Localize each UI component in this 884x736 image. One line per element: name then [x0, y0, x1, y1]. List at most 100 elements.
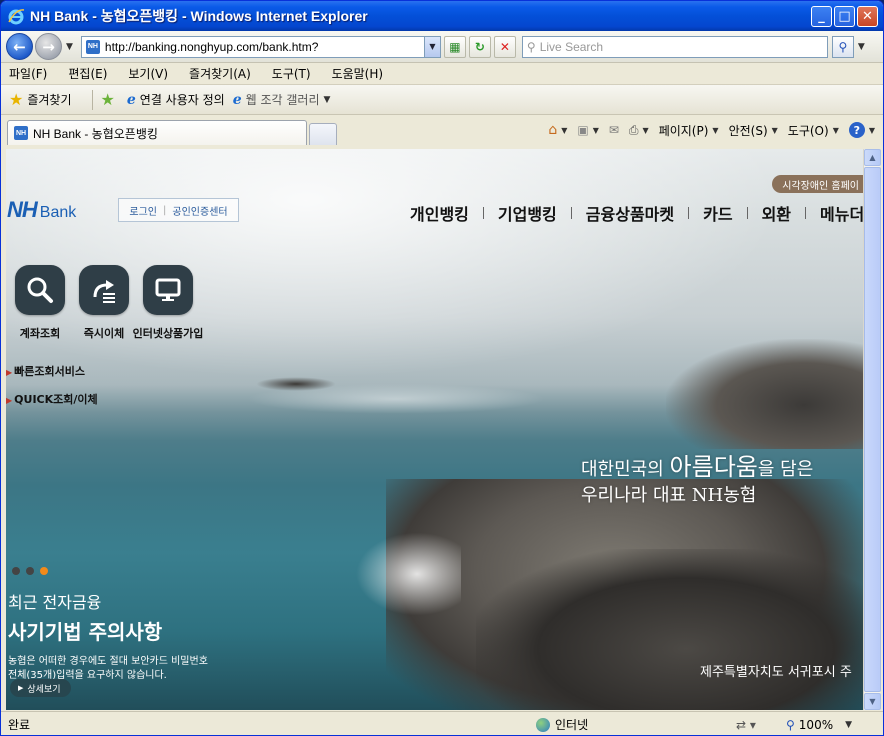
command-bar: ⌂ ▼ ▣ ▼ ✉ ⎙ ▼ 페이지(P) ▼ 안전(S) ▼ 도구(O) ▼ ? ▼: [538, 117, 875, 143]
search-input[interactable]: ⚲ Live Search: [521, 35, 828, 58]
notice-title-line2: 사기기법 주의사항: [8, 620, 163, 644]
divider: [482, 207, 484, 219]
close-button[interactable]: ✕: [857, 5, 878, 27]
tools-menu-label: 도구(O): [787, 123, 829, 138]
back-button[interactable]: ←: [6, 33, 33, 60]
globe-icon: [536, 717, 550, 732]
nav-personal-banking[interactable]: 개인뱅킹: [410, 201, 469, 225]
maximize-button[interactable]: □: [834, 5, 855, 27]
slogan-part1: 대한민국의: [581, 459, 670, 480]
vertical-scrollbar[interactable]: ▲ ▼: [863, 149, 881, 710]
chevron-down-icon: ▼: [712, 125, 719, 135]
menu-tools[interactable]: 도구(T): [270, 65, 313, 82]
chevron-down-icon: ▼: [561, 125, 568, 135]
divider: [805, 207, 807, 219]
site-favicon-icon: NH: [85, 39, 100, 54]
refresh-button[interactable]: ↻: [468, 35, 491, 58]
menu-view[interactable]: 보기(V): [126, 65, 170, 82]
scroll-thumb[interactable]: [864, 167, 881, 692]
url-field[interactable]: NH http://banking.nonghyup.com/bank.htm?…: [80, 35, 441, 58]
help-button[interactable]: ? ▼: [848, 122, 875, 138]
forward-button[interactable]: →: [35, 33, 62, 60]
ie-logo-icon: [8, 9, 25, 25]
accessibility-link[interactable]: 시각장애인 홈페이: [772, 175, 863, 193]
url-dropdown-icon[interactable]: ▼: [423, 36, 440, 57]
tools-menu[interactable]: 도구(O) ▼: [788, 122, 839, 139]
basalt-columns-shadow: [476, 549, 863, 710]
chevron-down-icon: ▼: [771, 125, 778, 135]
security-zone[interactable]: 인터넷: [536, 716, 736, 733]
photo-caption: 제주특별자치도 서귀포시 주: [700, 665, 852, 680]
menu-help[interactable]: 도움말(H): [330, 65, 386, 82]
new-tab-button[interactable]: [309, 123, 337, 145]
quick-menu: 계좌조회 즉시이체 인터넷상품가입: [8, 265, 203, 341]
scroll-down-button[interactable]: ▼: [864, 693, 881, 710]
url-text[interactable]: http://banking.nonghyup.com/bank.htm?: [105, 40, 424, 54]
protected-mode-icon[interactable]: ⇄ ▾: [736, 718, 786, 732]
fraud-notice: 최근 전자금융 사기기법 주의사항 농협은 어떠한 경우에도 절대 보안카드 비…: [8, 589, 208, 683]
chevron-down-icon: ▼: [832, 125, 839, 135]
nav-card[interactable]: 카드: [703, 201, 732, 225]
favorites-button[interactable]: 즐겨찾기: [27, 91, 71, 108]
main-navigation: 개인뱅킹 기업뱅킹 금융상품마켓 카드 외환 메뉴더: [410, 201, 863, 225]
login-link[interactable]: 로그인: [129, 203, 157, 218]
status-bar: 완료 인터넷 ⇄ ▾ ⚲ 100% ▼: [1, 711, 883, 735]
nav-financial-products[interactable]: 금융상품마켓: [586, 201, 674, 225]
feeds-button[interactable]: ▣ ▼: [577, 123, 599, 137]
page-menu[interactable]: 페이지(P) ▼: [659, 122, 719, 139]
divider: [91, 89, 93, 110]
safety-menu[interactable]: 안전(S) ▼: [729, 122, 778, 139]
quick-label: 계좌조회: [19, 327, 61, 340]
chevron-down-icon: ▼: [845, 719, 853, 730]
tab-nh-bank[interactable]: NH NH Bank - 농협오픈뱅킹: [7, 120, 307, 145]
forward-arrow-icon: →: [42, 37, 55, 56]
notice-desc-line1: 농협은 어떠한 경우에도 절대 보안카드 비밀번호: [8, 656, 208, 667]
print-button[interactable]: ⎙ ▼: [629, 123, 649, 138]
menu-file[interactable]: 파일(F): [7, 65, 49, 82]
mail-button[interactable]: ✉: [609, 123, 619, 137]
zoom-control[interactable]: ⚲ 100% ▼: [786, 718, 856, 732]
quick-internet-product[interactable]: 인터넷상품가입: [133, 265, 203, 341]
safety-menu-label: 안전(S): [728, 123, 768, 138]
stop-button[interactable]: ✕: [493, 35, 516, 58]
scroll-up-button[interactable]: ▲: [864, 149, 881, 166]
browser-window: NH Bank - 농협오픈뱅킹 - Windows Internet Expl…: [0, 0, 884, 736]
favorite-link-web-slice[interactable]: 웹 조각 갤러리: [246, 91, 320, 108]
nh-bank-logo[interactable]: NH Bank: [7, 197, 76, 223]
mail-icon: ✉: [608, 123, 619, 137]
slogan-part2: 을 담은: [757, 459, 814, 480]
more-details-button[interactable]: ▶ 상세보기: [10, 679, 71, 697]
slide-dot[interactable]: [12, 567, 20, 575]
hero-slogan: 대한민국의 아름다움을 담은 우리나라 대표 NH농협: [581, 454, 813, 509]
zone-label: 인터넷: [555, 718, 589, 732]
rock-cliff: [666, 339, 863, 449]
tab-title: NH Bank - 농협오픈뱅킹: [33, 126, 158, 141]
nav-foreign-exchange[interactable]: 외환: [762, 201, 791, 225]
arrow-right-icon: ▶: [6, 368, 13, 377]
nav-menu-more[interactable]: 메뉴더: [820, 201, 863, 225]
chevron-down-icon: ▼: [642, 125, 649, 135]
quick-instant-transfer[interactable]: 즉시이체: [72, 265, 136, 341]
menu-favorites[interactable]: 즐겨찾기(A): [187, 65, 253, 82]
favorite-link-customize[interactable]: 연결 사용자 정의: [140, 91, 225, 108]
favorites-bar: ★ 즐겨찾기 ★ e 연결 사용자 정의 e 웹 조각 갤러리 ▼: [1, 85, 883, 115]
slide-dot-active[interactable]: [40, 567, 48, 575]
link-quick-inquiry-service[interactable]: ▶ 빠른조회서비스: [6, 363, 98, 379]
menu-edit[interactable]: 편집(E): [66, 65, 109, 82]
minimize-button[interactable]: _: [811, 5, 832, 27]
quick-account-inquiry[interactable]: 계좌조회: [8, 265, 72, 341]
search-placeholder: Live Search: [539, 39, 604, 54]
nav-corporate-banking[interactable]: 기업뱅킹: [498, 201, 557, 225]
search-button[interactable]: ⚲: [831, 35, 854, 58]
slide-dot[interactable]: [26, 567, 34, 575]
divider: [746, 207, 748, 219]
cert-center-link[interactable]: 공인인증센터: [172, 203, 227, 218]
home-button[interactable]: ⌂ ▼: [548, 122, 567, 138]
chevron-down-icon[interactable]: ▼: [324, 95, 331, 105]
history-dropdown-icon[interactable]: ▼: [66, 42, 73, 52]
link-quick-transfer[interactable]: ▶ QUICK조회/이체: [6, 391, 98, 407]
slogan-emphasis: 아름다움: [669, 453, 758, 481]
compatibility-icon[interactable]: ▦: [443, 35, 466, 58]
add-favorite-icon[interactable]: ★: [101, 90, 115, 109]
search-options-icon[interactable]: ▼: [858, 42, 865, 52]
